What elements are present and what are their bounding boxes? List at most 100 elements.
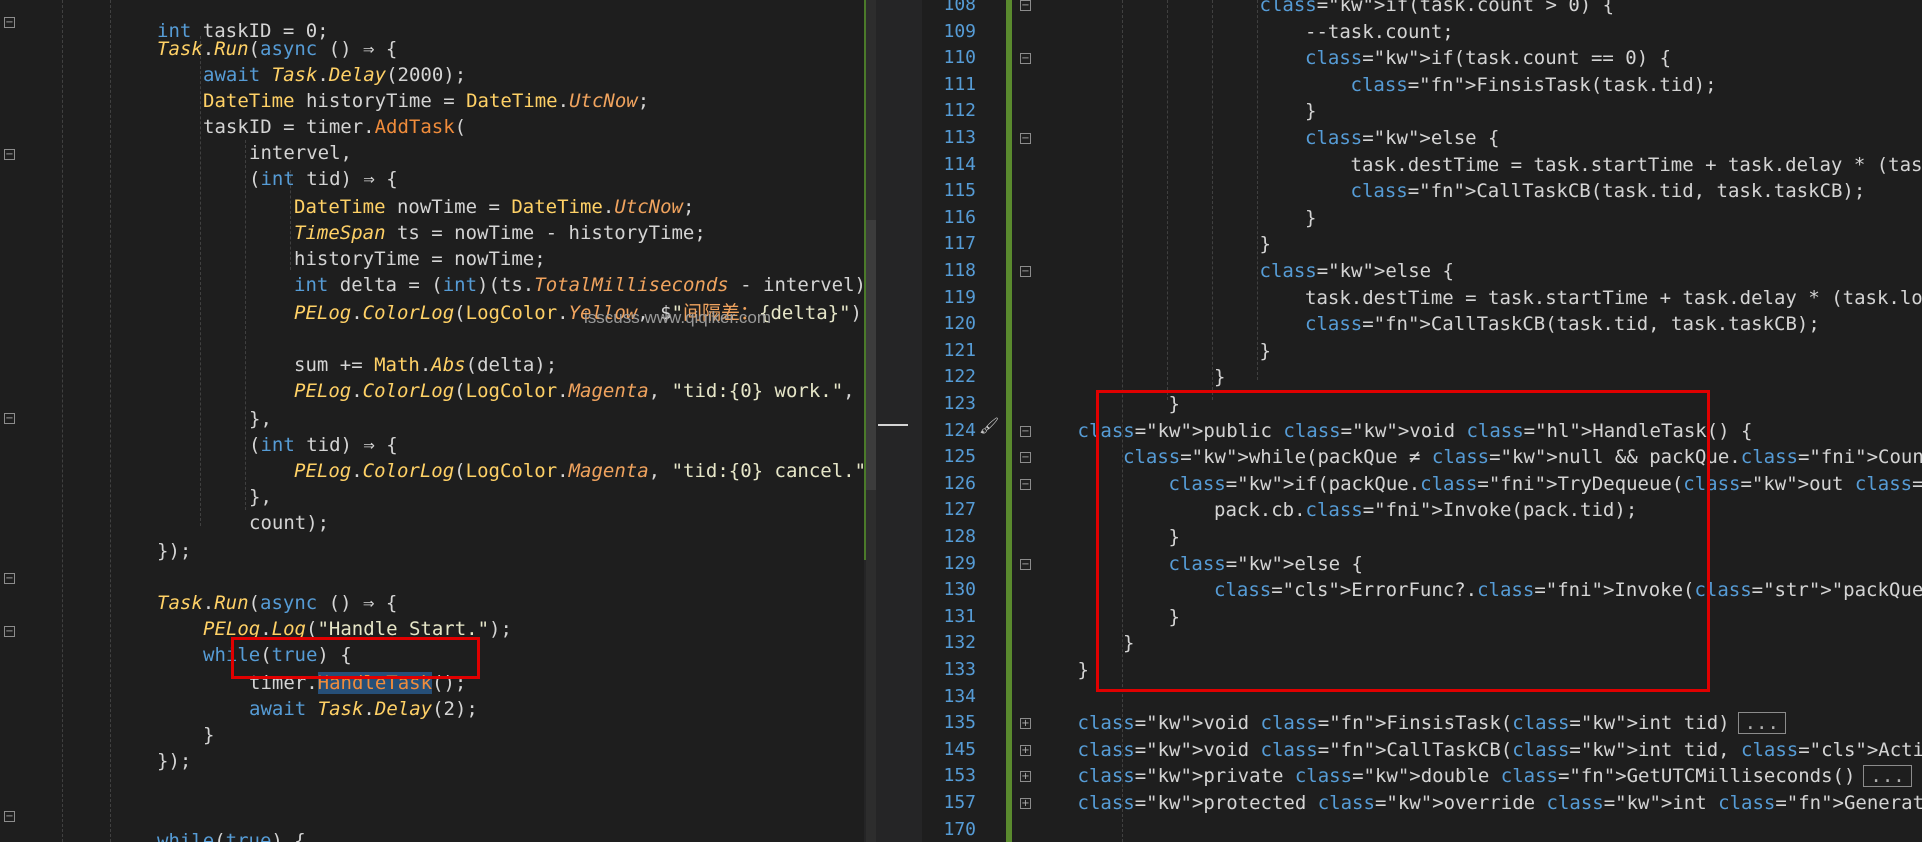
line-number: 126 xyxy=(943,472,976,494)
quick-action-brush-icon[interactable]: 🖌 xyxy=(979,416,999,435)
line-number: 123 xyxy=(943,393,976,414)
line-number: 133 xyxy=(943,659,976,680)
left-editor-pane[interactable]: − − − − − − int taskID = 0; Task.Run(asy… xyxy=(0,0,864,842)
line-number: 118 xyxy=(943,260,976,281)
collapsed-region-button[interactable]: ... xyxy=(1737,712,1786,735)
change-bar xyxy=(1006,0,1012,842)
fold-toggle[interactable]: + xyxy=(1020,744,1031,756)
line-number: 110 xyxy=(943,47,976,69)
code-text: class="kw">if(task.count > 0) { xyxy=(1259,0,1615,16)
code-text: task.destTime = task.startTime + task.de… xyxy=(1350,153,1922,176)
code-text: class="kw">else { xyxy=(1305,127,1500,149)
code-line: }, xyxy=(249,486,272,508)
code-line: Task.Run(async () ⇒ { xyxy=(157,592,398,614)
code-line: await Task.Delay(2000); xyxy=(203,64,467,86)
code-line: }, xyxy=(249,408,272,430)
code-text: } xyxy=(1168,393,1180,415)
code-text: pack.cb.class="fni">Invoke(pack.tid); xyxy=(1214,499,1638,522)
fold-toggle[interactable]: − xyxy=(1020,452,1031,464)
line-number: 121 xyxy=(943,339,976,361)
code-line: PELog.ColorLog(LogColor.Yellow, $"间隔差：{d… xyxy=(294,302,862,324)
code-line: DateTime historyTime = DateTime.UtcNow; xyxy=(203,90,650,112)
fold-toggle[interactable]: − xyxy=(1020,478,1031,490)
code-line: int delta = (int)(ts.TotalMilliseconds -… xyxy=(294,274,864,296)
code-text: class="kw">void class="fn">CallTaskCB(cl… xyxy=(1077,738,1922,761)
indent-guide xyxy=(1257,0,1258,380)
line-number: 108 xyxy=(943,0,976,15)
code-text: } xyxy=(1168,605,1180,628)
code-text: } xyxy=(1259,233,1271,256)
code-line: timer.HandleTask(); xyxy=(249,672,467,694)
code-line: intervel, xyxy=(249,142,352,164)
line-number: 127 xyxy=(943,499,976,521)
fold-toggle[interactable]: − xyxy=(1020,558,1031,570)
code-line: }); xyxy=(157,540,192,562)
code-line: PELog.Log("Handle Start."); xyxy=(203,618,512,640)
code-text: --task.count; xyxy=(1305,20,1454,43)
line-number: 157 xyxy=(943,792,976,813)
indent-guide xyxy=(110,0,111,842)
code-text: class="kw">while(packQue ≠ class="kw">nu… xyxy=(1123,446,1922,469)
line-number: 119 xyxy=(943,286,976,308)
line-number: 134 xyxy=(943,685,976,707)
code-line: }); xyxy=(157,750,192,772)
fold-toggle[interactable]: + xyxy=(1020,771,1031,783)
watermark-text: isscuss www.qiqiker.com xyxy=(584,308,772,327)
code-text: } xyxy=(1305,206,1317,229)
right-editor-pane[interactable]: 🖌 108 − class="kw">if(task.count > 0) { 109… xyxy=(922,0,1922,842)
code-text: class="kw">if(packQue.class="fni">TryDeq… xyxy=(1168,472,1922,495)
fold-toggle[interactable]: + xyxy=(1020,718,1031,730)
fold-toggle[interactable]: − xyxy=(1020,266,1031,277)
line-number: 132 xyxy=(943,632,976,654)
code-line: while(true) { xyxy=(157,830,306,842)
indent-guide xyxy=(200,36,201,526)
code-text: } xyxy=(1123,632,1135,655)
code-line: while(true) { xyxy=(203,644,352,666)
splitter-grip[interactable] xyxy=(878,424,908,426)
line-number: 109 xyxy=(943,20,976,42)
scrollbar-thumb[interactable] xyxy=(866,220,876,490)
line-number: 130 xyxy=(943,579,976,601)
fold-toggle[interactable]: − xyxy=(1020,53,1031,65)
collapsed-region-button[interactable]: ... xyxy=(1863,765,1912,788)
indent-guide xyxy=(245,140,246,510)
code-line: sum += Math.Abs(delta); xyxy=(294,354,558,376)
code-text: } xyxy=(1077,659,1089,681)
code-text: class="cls">ErrorFunc?.class="fni">Invok… xyxy=(1214,579,1922,602)
code-line: count); xyxy=(249,512,330,534)
indent-guide xyxy=(62,0,63,842)
code-line: await Task.Delay(2); xyxy=(249,698,478,720)
pane-splitter[interactable] xyxy=(864,0,922,842)
line-number: 111 xyxy=(943,73,976,95)
indent-guide xyxy=(1167,0,1168,400)
line-number: 114 xyxy=(943,153,976,175)
code-text: } xyxy=(1168,526,1180,548)
fold-toggle[interactable]: − xyxy=(1020,425,1031,437)
line-number: 112 xyxy=(943,100,976,122)
code-text: class="fn">CallTaskCB(task.tid, task.tas… xyxy=(1350,180,1866,203)
code-text: class="fn">FinsisTask(task.tid); xyxy=(1350,73,1717,96)
code-line: taskID = timer.AddTask( xyxy=(203,116,467,138)
line-number: 122 xyxy=(943,366,976,388)
code-line: Task.Run(async () ⇒ { xyxy=(157,38,398,60)
code-line: DateTime nowTime = DateTime.UtcNow; xyxy=(294,196,695,218)
line-number: 131 xyxy=(943,605,976,627)
code-text: class="kw">public class="kw">void class=… xyxy=(1077,419,1753,442)
fold-toggle[interactable]: − xyxy=(1020,0,1031,11)
line-number: 153 xyxy=(943,765,976,787)
line-number: 128 xyxy=(943,526,976,547)
fold-toggle[interactable]: − xyxy=(1020,133,1031,144)
line-number: 115 xyxy=(943,180,976,202)
line-number: 170 xyxy=(943,818,976,840)
code-text: task.destTime = task.startTime + task.de… xyxy=(1305,286,1922,309)
code-line: } xyxy=(203,724,215,746)
line-number: 129 xyxy=(943,552,976,574)
line-number: 125 xyxy=(943,446,976,468)
code-text: class="kw">if(task.count == 0) { xyxy=(1305,47,1672,70)
line-number: 116 xyxy=(943,206,976,228)
code-line: PELog.ColorLog(LogColor.Magenta, "tid:{0… xyxy=(294,460,864,482)
code-text: } xyxy=(1305,100,1317,123)
code-text: class="kw">else { xyxy=(1259,260,1454,282)
fold-toggle[interactable]: + xyxy=(1020,798,1031,809)
line-number: 124 xyxy=(943,419,976,441)
